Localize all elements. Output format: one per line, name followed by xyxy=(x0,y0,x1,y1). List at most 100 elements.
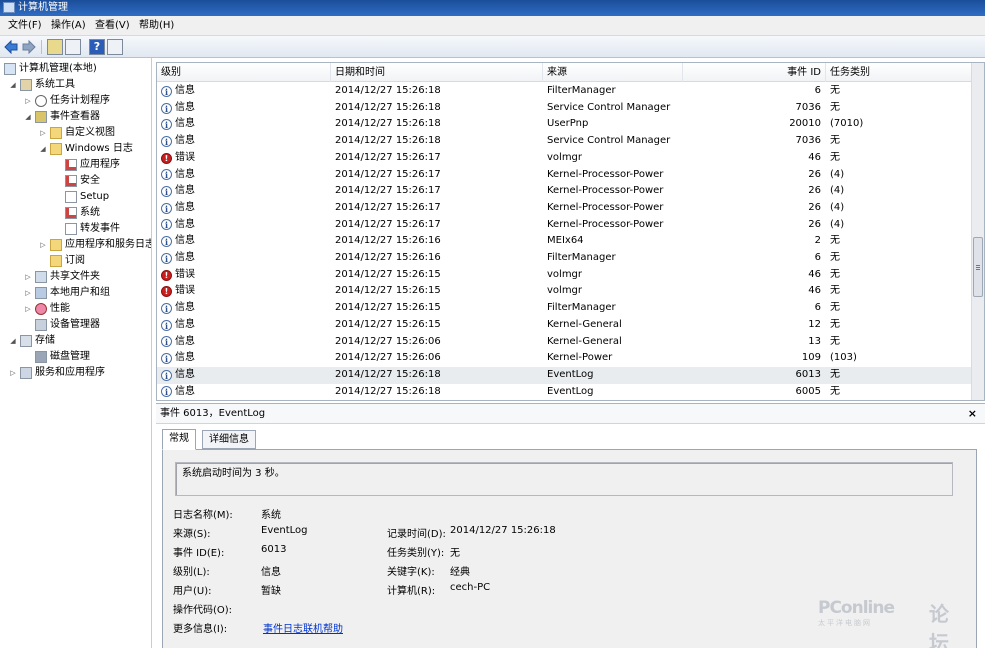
tree-item-subscriptions[interactable]: 订阅 xyxy=(50,253,85,269)
event-row[interactable]: ! 错误 2014/12/27 15:26:15 volmgr 46 无 xyxy=(157,267,972,284)
task-category-cell: (4) xyxy=(830,218,845,230)
scrollbar-thumb[interactable] xyxy=(973,237,983,297)
close-icon[interactable]: × xyxy=(968,407,977,421)
vertical-scrollbar[interactable] xyxy=(971,63,984,400)
task-category-cell: 无 xyxy=(830,151,840,163)
event-row[interactable]: i 信息 2014/12/27 15:26:18 FilterManager 6 无 xyxy=(157,83,972,100)
collapse-arrow-icon[interactable]: ◢ xyxy=(38,144,48,154)
menu-help[interactable]: 帮助(H) xyxy=(135,16,178,36)
level-cell: i 信息 xyxy=(161,334,195,351)
up-level-icon[interactable] xyxy=(47,39,63,55)
expand-arrow-icon[interactable]: ▷ xyxy=(8,368,18,378)
info-icon: i xyxy=(161,302,172,314)
tree-item-computer-management[interactable]: 计算机管理(本地) xyxy=(4,61,97,77)
tree-item-application[interactable]: 应用程序 xyxy=(65,157,120,173)
event-row[interactable]: i 信息 2014/12/27 15:26:18 EventLog 6005 无 xyxy=(157,384,972,400)
source-cell: UserPnp xyxy=(547,118,589,130)
level-cell: i 信息 xyxy=(161,83,195,100)
event-row[interactable]: i 信息 2014/12/27 15:26:18 Service Control Ma… xyxy=(157,133,972,150)
event-id-cell: 46 xyxy=(808,268,821,280)
expand-arrow-icon[interactable]: ▷ xyxy=(38,240,48,250)
column-header-event-id[interactable]: 事件 ID xyxy=(683,63,826,82)
event-log-online-help-link[interactable]: 事件日志联机帮助 xyxy=(263,620,343,635)
datetime-cell: 2014/12/27 15:26:18 xyxy=(335,101,441,113)
event-id-cell: 26 xyxy=(808,185,821,197)
tree-item-event-viewer[interactable]: ◢ 事件查看器 xyxy=(23,109,100,125)
tree-item-shared-folders[interactable]: ▷ 共享文件夹 xyxy=(23,269,100,285)
event-row[interactable]: i 信息 2014/12/27 15:26:18 Service Control Ma… xyxy=(157,100,972,117)
show-hide-tree-icon[interactable] xyxy=(65,39,81,55)
tree-item-custom-views[interactable]: ▷ 自定义视图 xyxy=(38,125,115,141)
column-header-datetime[interactable]: 日期和时间 xyxy=(331,63,543,82)
menu-file[interactable]: 文件(F) xyxy=(4,16,46,36)
collapse-arrow-icon[interactable]: ◢ xyxy=(8,80,18,90)
task-category-cell: (4) xyxy=(830,185,845,197)
column-header-level[interactable]: 级别 xyxy=(157,63,331,82)
column-header-source[interactable]: 来源 xyxy=(543,63,683,82)
forward-arrow-icon[interactable] xyxy=(22,40,36,54)
collapse-arrow-icon[interactable]: ◢ xyxy=(8,336,18,346)
tree-item-disk-management[interactable]: 磁盘管理 xyxy=(35,349,90,365)
info-icon: i xyxy=(161,186,172,198)
tree-item-windows-logs[interactable]: ◢ Windows 日志 xyxy=(38,141,133,157)
event-row[interactable]: i 信息 2014/12/27 15:26:16 MEIx64 2 无 xyxy=(157,233,972,250)
tab-details[interactable]: 详细信息 xyxy=(202,430,256,449)
tree-item-performance[interactable]: ▷ 性能 xyxy=(23,301,70,317)
tree-item-forwarded-events[interactable]: 转发事件 xyxy=(65,221,120,237)
tree-item-system-tools[interactable]: ◢ 系统工具 xyxy=(8,77,75,93)
task-category-cell: 无 xyxy=(830,252,840,263)
tree-item-system[interactable]: 系统 xyxy=(65,205,100,221)
expand-arrow-icon[interactable]: ▷ xyxy=(23,288,33,298)
tree-item-services-applications[interactable]: ▷ 服务和应用程序 xyxy=(8,365,105,381)
tree-item-storage[interactable]: ◢ 存储 xyxy=(8,333,55,349)
tree-item-setup[interactable]: Setup xyxy=(65,189,109,205)
info-icon: i xyxy=(161,369,172,381)
menu-view[interactable]: 查看(V) xyxy=(91,16,134,36)
event-row[interactable]: i 信息 2014/12/27 15:26:17 Kernel-Processor-P… xyxy=(157,183,972,200)
event-row[interactable]: i 信息 2014/12/27 15:26:06 Kernel-General 13 无 xyxy=(157,334,972,351)
event-row[interactable]: ! 错误 2014/12/27 15:26:15 volmgr 46 无 xyxy=(157,283,972,300)
tree-item-device-manager[interactable]: 设备管理器 xyxy=(35,317,100,333)
expand-arrow-icon[interactable]: ▷ xyxy=(23,272,33,282)
event-row[interactable]: i 信息 2014/12/27 15:26:06 Kernel-Power 109 (10… xyxy=(157,350,972,367)
tab-general[interactable]: 常规 xyxy=(162,429,196,450)
watermark-subtitle: 太平洋电脑网 xyxy=(818,619,872,627)
logged-value: 2014/12/27 15:26:18 xyxy=(450,525,556,536)
tree-item-app-services-logs[interactable]: ▷ 应用程序和服务日志 xyxy=(38,237,151,253)
expand-arrow-icon[interactable]: ▷ xyxy=(23,304,33,314)
info-icon: i xyxy=(161,219,172,231)
task-category-cell: 无 xyxy=(830,285,840,297)
expand-arrow-icon[interactable]: ▷ xyxy=(38,128,48,138)
level-text: 信息 xyxy=(175,135,195,147)
event-row[interactable]: i 信息 2014/12/27 15:26:17 Kernel-Processor-P… xyxy=(157,217,972,234)
info-icon: i xyxy=(161,336,172,348)
level-text: 信息 xyxy=(175,385,195,397)
event-row[interactable]: ! 错误 2014/12/27 15:26:17 volmgr 46 无 xyxy=(157,150,972,167)
event-row[interactable]: i 信息 2014/12/27 15:26:15 FilterManager 6 无 xyxy=(157,300,972,317)
expand-arrow-icon[interactable]: ▷ xyxy=(23,96,33,106)
menu-action[interactable]: 操作(A) xyxy=(47,16,90,36)
tree-item-task-scheduler[interactable]: ▷ 任务计划程序 xyxy=(23,93,110,109)
help-icon[interactable]: ? xyxy=(89,39,105,55)
tools-icon xyxy=(20,79,32,91)
event-row[interactable]: i 信息 2014/12/27 15:26:17 Kernel-Processor-P… xyxy=(157,167,972,184)
event-row[interactable]: i 信息 2014/12/27 15:26:18 EventLog 6013 无 xyxy=(157,366,972,384)
event-row[interactable]: i 信息 2014/12/27 15:26:15 Kernel-General 12 无 xyxy=(157,317,972,334)
show-hide-action-pane-icon[interactable] xyxy=(107,39,123,55)
collapse-arrow-icon[interactable]: ◢ xyxy=(23,112,33,122)
task-category-cell: 无 xyxy=(830,268,840,280)
event-viewer-icon xyxy=(35,111,47,123)
level-cell: i 信息 xyxy=(161,183,195,200)
event-description[interactable]: 系统启动时间为 3 秒。 xyxy=(175,462,953,496)
back-arrow-icon[interactable] xyxy=(4,40,18,54)
tree-item-security[interactable]: 安全 xyxy=(65,173,100,189)
event-id-cell: 6005 xyxy=(795,385,821,397)
folder-icon xyxy=(50,239,62,251)
keywords-label: 关键字(K): xyxy=(387,567,435,578)
event-row[interactable]: i 信息 2014/12/27 15:26:16 FilterManager 6 无 xyxy=(157,250,972,267)
event-row[interactable]: i 信息 2014/12/27 15:26:17 Kernel-Processor-P… xyxy=(157,200,972,217)
source-value: EventLog xyxy=(261,525,308,536)
tree-item-local-users-groups[interactable]: ▷ 本地用户和组 xyxy=(23,285,110,301)
column-header-task-category[interactable]: 任务类别 xyxy=(826,63,972,82)
event-row[interactable]: i 信息 2014/12/27 15:26:18 UserPnp 20010 (7010) xyxy=(157,116,972,133)
